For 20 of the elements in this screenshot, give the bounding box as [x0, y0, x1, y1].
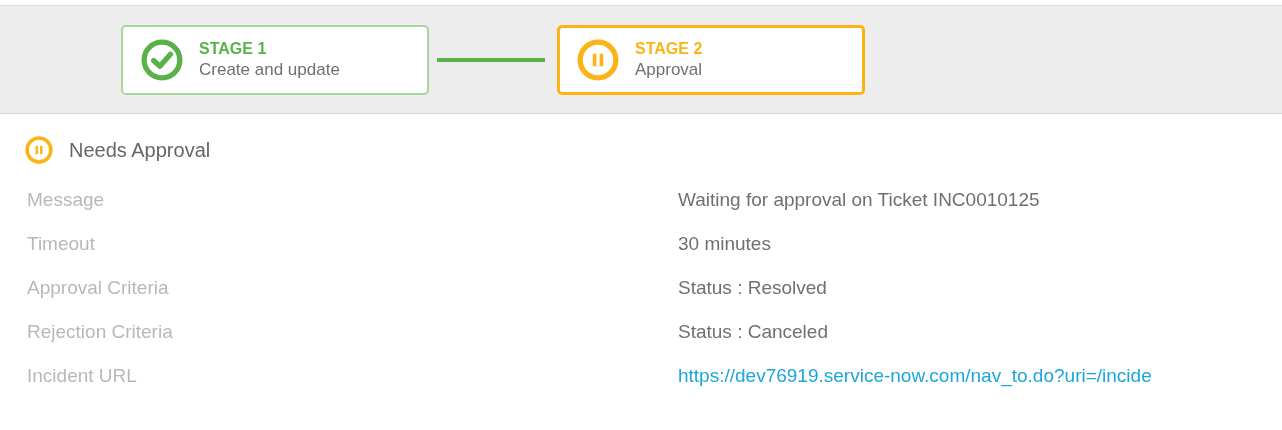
field-value: Waiting for approval on Ticket INC0010125: [678, 188, 1041, 211]
field-label: Message: [27, 188, 106, 211]
stage-title: STAGE 2: [635, 39, 703, 59]
stage-card[interactable]: STAGE 2 Approval: [557, 24, 865, 95]
field-value: Status : Canceled: [678, 320, 829, 343]
pause-circle-icon: [25, 136, 53, 164]
field-label: Incident URL: [27, 364, 138, 387]
pause-circle-icon: [577, 38, 619, 81]
field-value: 30 minutes: [678, 232, 772, 255]
field-value: Status : Resolved: [678, 276, 828, 299]
incident-link[interactable]: https://dev76919.service-now.com/nav_to.do?uri=/incide: [678, 364, 1282, 387]
field-label: Approval Criteria: [27, 276, 170, 299]
stage-subtitle: Create and update: [199, 59, 340, 81]
stage-card[interactable]: STAGE 1 Create and update: [121, 24, 429, 95]
check-circle-icon: [141, 38, 183, 81]
field-label: Rejection Criteria: [27, 320, 174, 343]
stage-subtitle: Approval: [635, 59, 703, 81]
stage-title: STAGE 1: [199, 39, 268, 59]
field-label: Timeout: [27, 232, 96, 255]
status-label: Needs Approval: [69, 138, 211, 162]
